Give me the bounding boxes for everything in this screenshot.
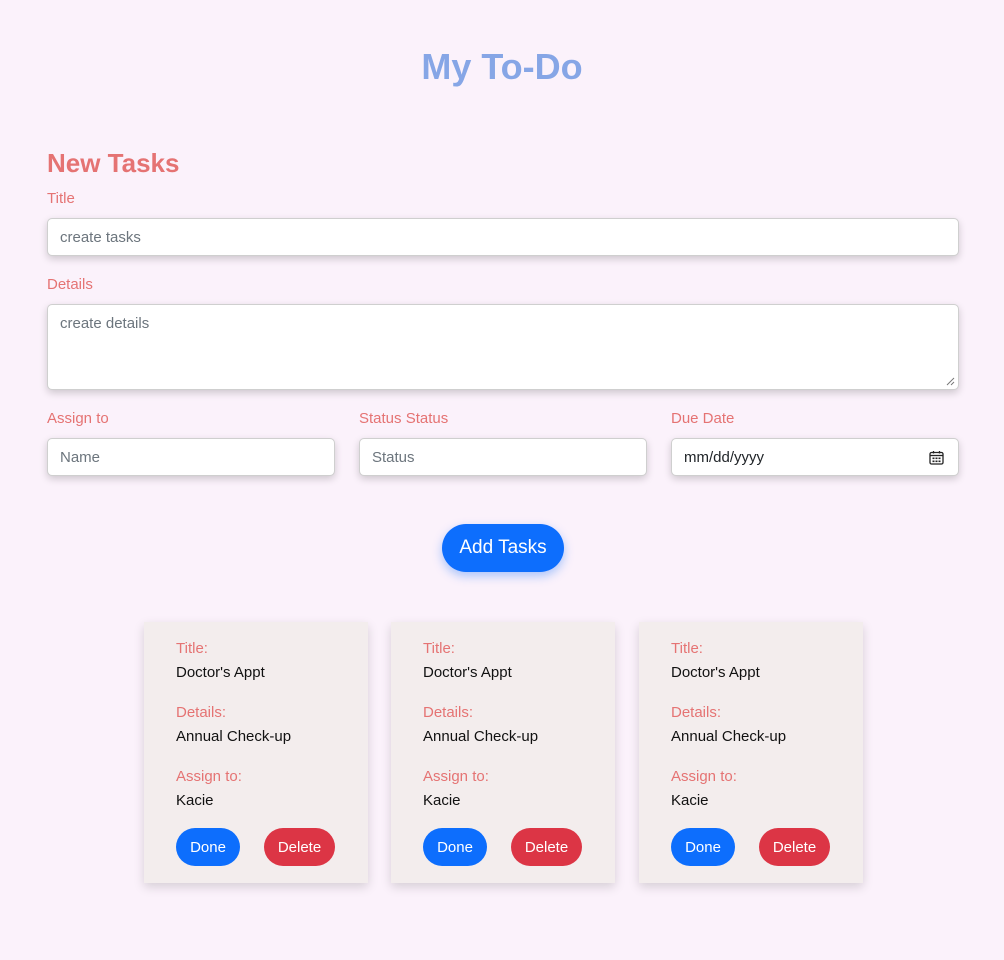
- title-input[interactable]: [47, 218, 959, 256]
- card-assign-key: Assign to:: [176, 768, 242, 785]
- card-title-value: Doctor's Appt: [423, 664, 512, 681]
- title-label: Title: [47, 190, 75, 207]
- card-details-key: Details:: [423, 704, 474, 721]
- card-details-key: Details:: [671, 704, 722, 721]
- card-details-value: Annual Check-up: [671, 728, 787, 745]
- add-tasks-button[interactable]: Add Tasks: [442, 524, 564, 572]
- card-title-value: Doctor's Appt: [176, 664, 265, 681]
- card-assign-value: Kacie: [671, 792, 709, 809]
- delete-button[interactable]: Delete: [511, 828, 582, 866]
- assign-label: Assign to: [47, 410, 109, 427]
- task-card: Title: Doctor's Appt Details: Annual Che…: [639, 622, 863, 883]
- card-assign-value: Kacie: [423, 792, 461, 809]
- delete-button[interactable]: Delete: [264, 828, 335, 866]
- calendar-icon[interactable]: [929, 450, 944, 465]
- card-assign-key: Assign to:: [423, 768, 489, 785]
- details-label: Details: [47, 276, 93, 293]
- card-details-value: Annual Check-up: [423, 728, 539, 745]
- card-details-value: Annual Check-up: [176, 728, 292, 745]
- assign-input[interactable]: [47, 438, 335, 476]
- delete-button[interactable]: Delete: [759, 828, 830, 866]
- details-textarea[interactable]: [47, 304, 959, 390]
- card-title-key: Title:: [671, 640, 703, 657]
- card-assign-key: Assign to:: [671, 768, 737, 785]
- done-button[interactable]: Done: [423, 828, 487, 866]
- done-button[interactable]: Done: [176, 828, 240, 866]
- card-details-key: Details:: [176, 704, 227, 721]
- card-title-key: Title:: [176, 640, 208, 657]
- due-date-placeholder: mm/dd/yyyy: [684, 449, 765, 466]
- app-title: My To-Do: [421, 46, 583, 87]
- status-input[interactable]: [359, 438, 647, 476]
- card-assign-value: Kacie: [176, 792, 214, 809]
- card-title-key: Title:: [423, 640, 455, 657]
- status-label: Status Status: [359, 410, 449, 427]
- due-date-label: Due Date: [671, 410, 735, 427]
- new-tasks-heading: New Tasks: [47, 148, 180, 178]
- task-card: Title: Doctor's Appt Details: Annual Che…: [144, 622, 368, 883]
- done-button[interactable]: Done: [671, 828, 735, 866]
- due-date-input[interactable]: mm/dd/yyyy: [671, 438, 959, 476]
- task-card: Title: Doctor's Appt Details: Annual Che…: [391, 622, 615, 883]
- resize-grip-icon[interactable]: [945, 376, 955, 386]
- card-title-value: Doctor's Appt: [671, 664, 760, 681]
